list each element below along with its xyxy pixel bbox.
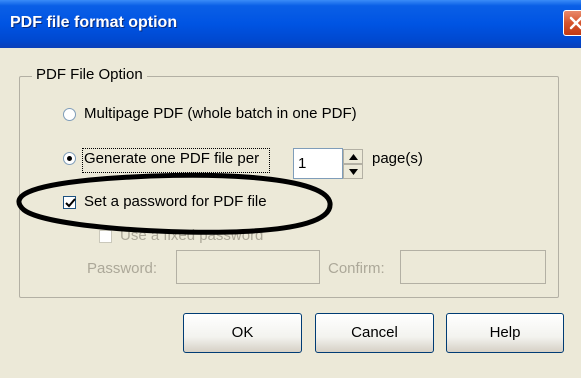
dialog-title: PDF file format option (10, 14, 178, 31)
pages-spin-input[interactable]: 1 (293, 148, 343, 179)
spin-down-arrow-icon (349, 169, 358, 175)
per-page-radio[interactable] (63, 152, 76, 165)
title-bar[interactable]: PDF file format option (0, 0, 581, 48)
confirm-field[interactable] (400, 250, 546, 284)
checkmark-icon (65, 198, 76, 208)
multipage-label[interactable]: Multipage PDF (whole batch in one PDF) (84, 105, 357, 122)
confirm-field-label: Confirm: (328, 260, 385, 277)
password-field-label: Password: (87, 260, 158, 277)
ok-button[interactable]: OK (183, 313, 302, 353)
close-icon (569, 16, 581, 30)
multipage-radio[interactable] (63, 108, 76, 121)
help-button[interactable]: Help (446, 313, 564, 353)
set-password-checkbox[interactable] (63, 196, 76, 209)
pages-suffix-label: page(s) (372, 150, 423, 167)
cancel-button[interactable]: Cancel (315, 313, 434, 353)
fixed-password-label[interactable]: Use a fixed password (120, 227, 263, 244)
group-legend: PDF File Option (32, 66, 147, 83)
per-page-label[interactable]: Generate one PDF file per (84, 150, 259, 167)
set-password-label[interactable]: Set a password for PDF file (84, 193, 267, 210)
spin-up-arrow-icon (349, 154, 358, 160)
password-field[interactable] (176, 250, 320, 284)
fixed-password-checkbox[interactable] (99, 230, 112, 243)
close-button[interactable] (563, 10, 581, 36)
radio-selected-dot (67, 156, 72, 161)
spin-down-button[interactable] (343, 164, 363, 179)
spin-up-button[interactable] (343, 149, 363, 164)
pdf-format-option-dialog: PDF file format option PDF File Option M… (0, 0, 581, 378)
